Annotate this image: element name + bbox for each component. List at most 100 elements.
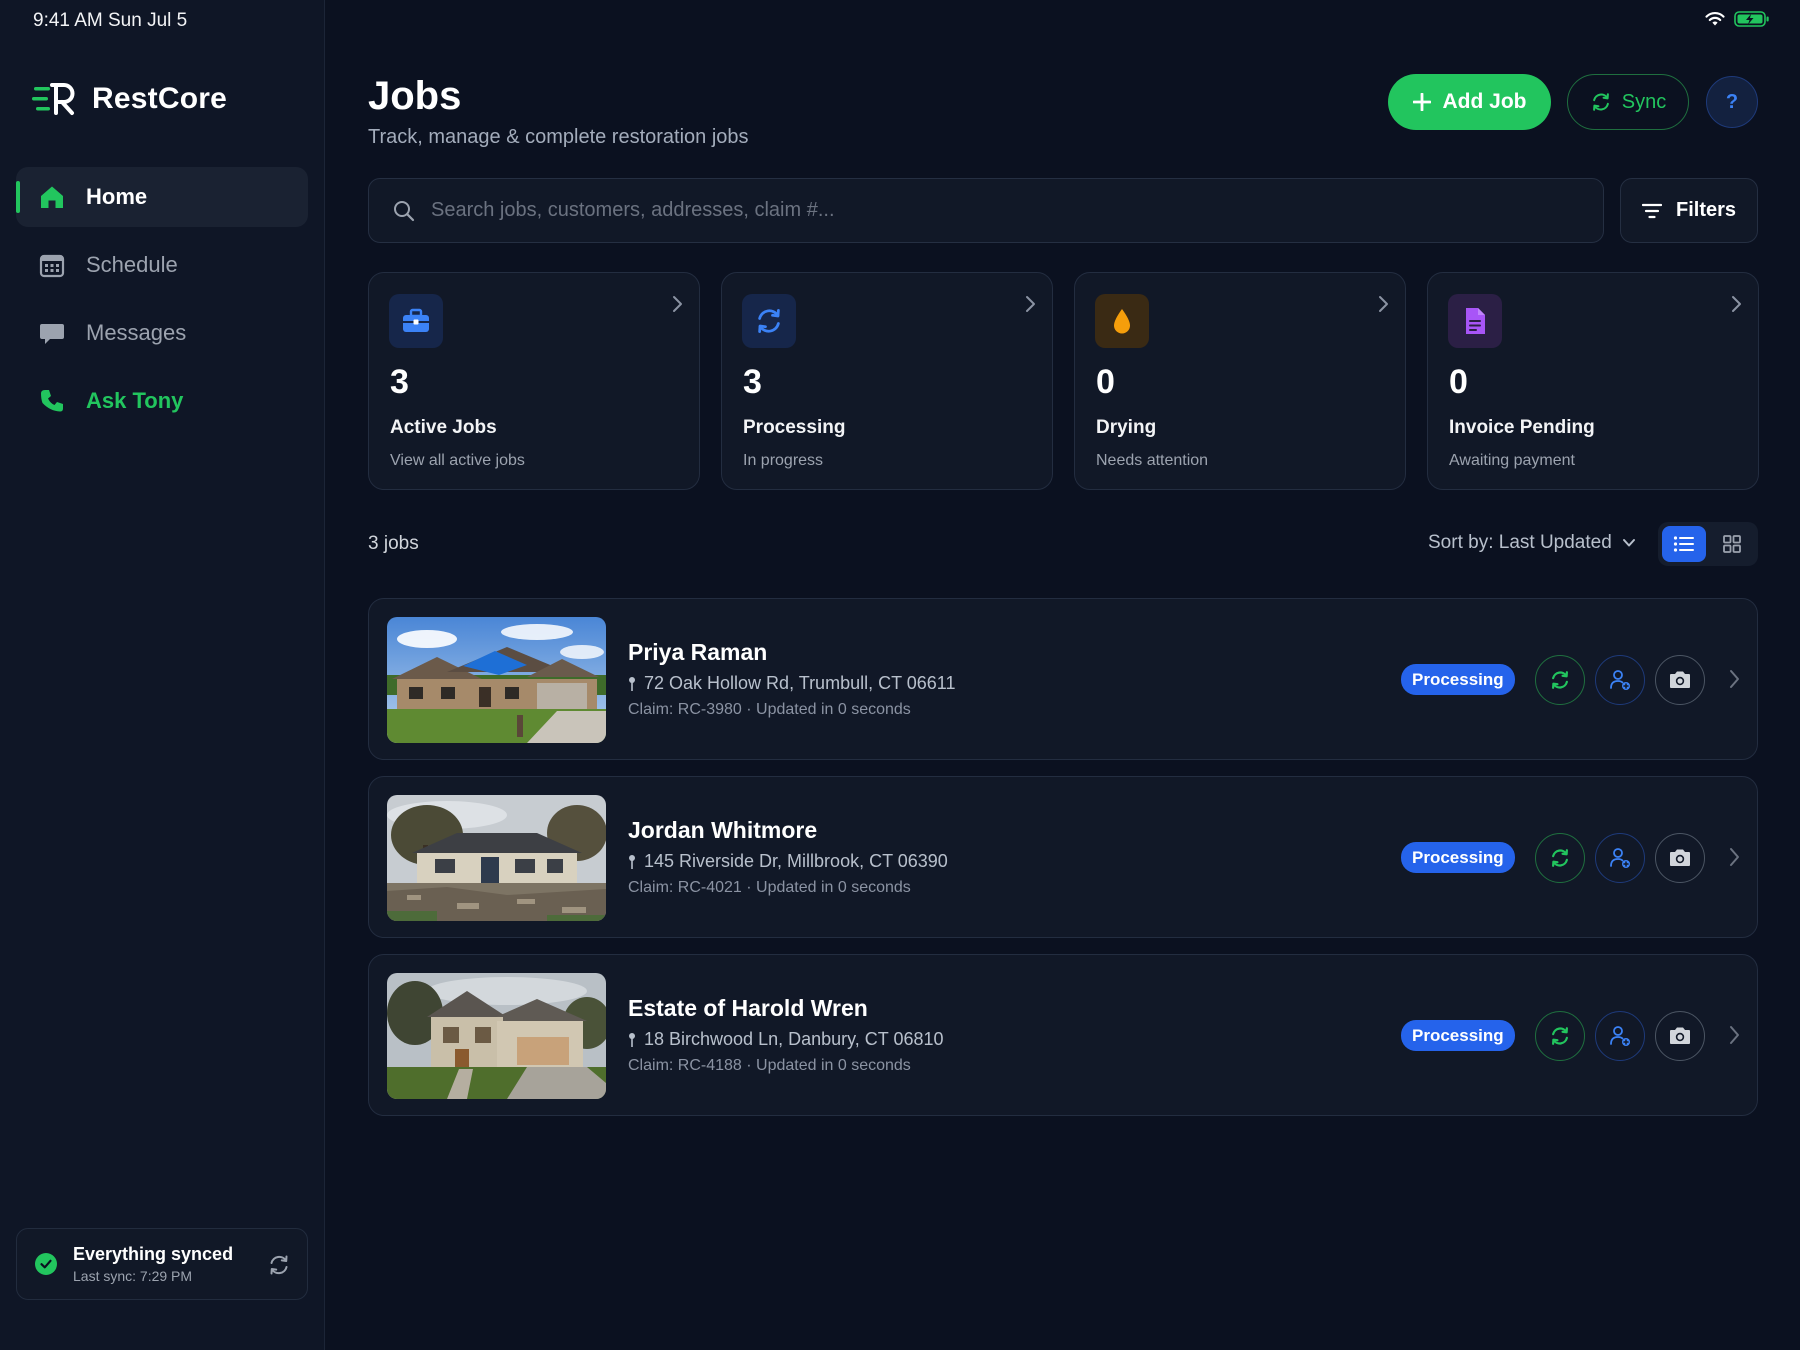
- job-camera-button[interactable]: [1655, 655, 1705, 705]
- job-sync-button[interactable]: [1535, 655, 1585, 705]
- brand[interactable]: RestCore: [32, 82, 227, 116]
- document-icon: [1448, 294, 1502, 348]
- stat-title: Active Jobs: [390, 417, 497, 438]
- job-address-text: 72 Oak Hollow Rd, Trumbull, CT 06611: [644, 673, 956, 693]
- sync-button[interactable]: Sync: [1567, 74, 1689, 130]
- job-camera-button[interactable]: [1655, 833, 1705, 883]
- water-drop-icon: [1095, 294, 1149, 348]
- refresh-icon[interactable]: [267, 1253, 291, 1282]
- search-bar: [368, 178, 1604, 243]
- sidebar-item-label: Messages: [86, 320, 187, 345]
- jobs-count: 3 jobs: [368, 533, 419, 554]
- sidebar-item-label: Ask Tony: [86, 388, 184, 413]
- status-badge: Processing: [1401, 664, 1515, 695]
- refresh-icon: [1552, 1027, 1568, 1045]
- pin-icon: [629, 1032, 635, 1047]
- filters-label: Filters: [1675, 199, 1737, 221]
- stat-subtitle: Needs attention: [1096, 452, 1209, 469]
- page-title: Jobs: [368, 74, 462, 118]
- sync-status: Everything synced Last sync: 7:29 PM: [16, 1228, 308, 1300]
- sort-dropdown[interactable]: Sort by: Last Updated: [1428, 532, 1636, 554]
- refresh-icon: [1552, 849, 1568, 867]
- view-toggle: [1658, 522, 1758, 566]
- stat-title: Invoice Pending: [1449, 417, 1595, 438]
- job-meta: Claim: RC-4188 · Updated in 0 seconds: [628, 1057, 911, 1074]
- stat-card-invoice-pending[interactable]: 0 Invoice Pending Awaiting payment: [1427, 272, 1759, 490]
- phone-icon: [38, 387, 66, 415]
- help-button[interactable]: ?: [1706, 76, 1758, 128]
- job-assign-button[interactable]: [1595, 833, 1645, 883]
- refresh-icon: [1592, 93, 1609, 111]
- job-address: 18 Birchwood Ln, Danbury, CT 06810: [628, 1029, 944, 1050]
- chevron-right-icon: [1379, 296, 1388, 312]
- job-address: 145 Riverside Dr, Millbrook, CT 06390: [628, 851, 948, 872]
- chevron-down-icon: [1622, 539, 1635, 547]
- search-icon: [394, 200, 415, 221]
- main-content: Jobs Track, manage & complete restoratio…: [368, 0, 1759, 1350]
- job-sync-button[interactable]: [1535, 1011, 1585, 1061]
- check-circle-icon: [35, 1253, 57, 1275]
- chevron-right-icon: [1732, 296, 1741, 312]
- job-assign-button[interactable]: [1595, 1011, 1645, 1061]
- grid-view-button[interactable]: [1710, 526, 1754, 562]
- camera-icon: [1670, 849, 1690, 866]
- stat-card-drying[interactable]: 0 Drying Needs attention: [1074, 272, 1406, 490]
- user-add-icon: [1610, 670, 1630, 690]
- grid-icon: [1723, 535, 1741, 553]
- job-row[interactable]: Estate of Harold Wren 18 Birchwood Ln, D…: [368, 954, 1758, 1116]
- sync-subtitle: Last sync: 7:29 PM: [73, 1268, 193, 1284]
- pin-icon: [629, 854, 635, 869]
- chevron-right-icon: [1026, 296, 1035, 312]
- stat-card-active-jobs[interactable]: 3 Active Jobs View all active jobs: [368, 272, 700, 490]
- status-time: 9:41 AM Sun Jul 5: [33, 10, 188, 31]
- stat-title: Drying: [1096, 417, 1157, 438]
- job-row[interactable]: Jordan Whitmore 145 Riverside Dr, Millbr…: [368, 776, 1758, 938]
- sync-label: Sync: [1621, 90, 1667, 113]
- search-input[interactable]: [431, 199, 1531, 222]
- job-customer-name: Priya Raman: [628, 639, 768, 665]
- camera-icon: [1670, 671, 1690, 688]
- add-job-label: Add Job: [1442, 90, 1527, 113]
- stat-subtitle: View all active jobs: [390, 452, 525, 469]
- status-icons: [1704, 10, 1770, 28]
- sidebar-item-ask-tony[interactable]: Ask Tony: [16, 371, 308, 431]
- filters-button[interactable]: Filters: [1620, 178, 1758, 243]
- sidebar-item-home[interactable]: Home: [16, 167, 308, 227]
- camera-icon: [1670, 1027, 1690, 1044]
- sidebar-item-messages[interactable]: Messages: [16, 303, 308, 363]
- stat-title: Processing: [743, 417, 846, 438]
- sync-title: Everything synced: [73, 1244, 234, 1264]
- calendar-icon: [38, 251, 66, 279]
- job-camera-button[interactable]: [1655, 1011, 1705, 1061]
- home-icon: [38, 183, 66, 211]
- chevron-right-icon: [1730, 670, 1739, 688]
- sidebar-nav: Home Schedule Messages Ask Tony: [16, 167, 308, 439]
- job-assign-button[interactable]: [1595, 655, 1645, 705]
- list-view-button[interactable]: [1662, 526, 1706, 562]
- job-address-text: 145 Riverside Dr, Millbrook, CT 06390: [644, 851, 948, 871]
- house-photo: [387, 795, 606, 921]
- user-add-icon: [1610, 1026, 1630, 1046]
- filter-icon: [1641, 203, 1662, 218]
- job-customer-name: Estate of Harold Wren: [628, 995, 868, 1021]
- stat-card-processing[interactable]: 3 Processing In progress: [721, 272, 1053, 490]
- stat-subtitle: Awaiting payment: [1449, 452, 1575, 469]
- help-label: ?: [1725, 90, 1739, 113]
- stat-count: 3: [390, 363, 409, 401]
- sidebar-item-schedule[interactable]: Schedule: [16, 235, 308, 295]
- refresh-icon: [742, 294, 796, 348]
- status-badge: Processing: [1401, 842, 1515, 873]
- job-meta: Claim: RC-4021 · Updated in 0 seconds: [628, 879, 911, 896]
- wifi-icon: [1705, 12, 1725, 26]
- user-add-icon: [1610, 848, 1630, 868]
- stat-count: 0: [1449, 363, 1468, 401]
- job-row[interactable]: Priya Raman 72 Oak Hollow Rd, Trumbull, …: [368, 598, 1758, 760]
- brand-name: RestCore: [92, 82, 227, 115]
- plus-icon: [1412, 93, 1431, 111]
- sidebar-item-label: Home: [86, 184, 148, 209]
- add-job-button[interactable]: Add Job: [1388, 74, 1551, 130]
- job-address: 72 Oak Hollow Rd, Trumbull, CT 06611: [628, 673, 955, 694]
- job-sync-button[interactable]: [1535, 833, 1585, 883]
- job-address-text: 18 Birchwood Ln, Danbury, CT 06810: [644, 1029, 944, 1049]
- chevron-right-icon: [673, 296, 682, 312]
